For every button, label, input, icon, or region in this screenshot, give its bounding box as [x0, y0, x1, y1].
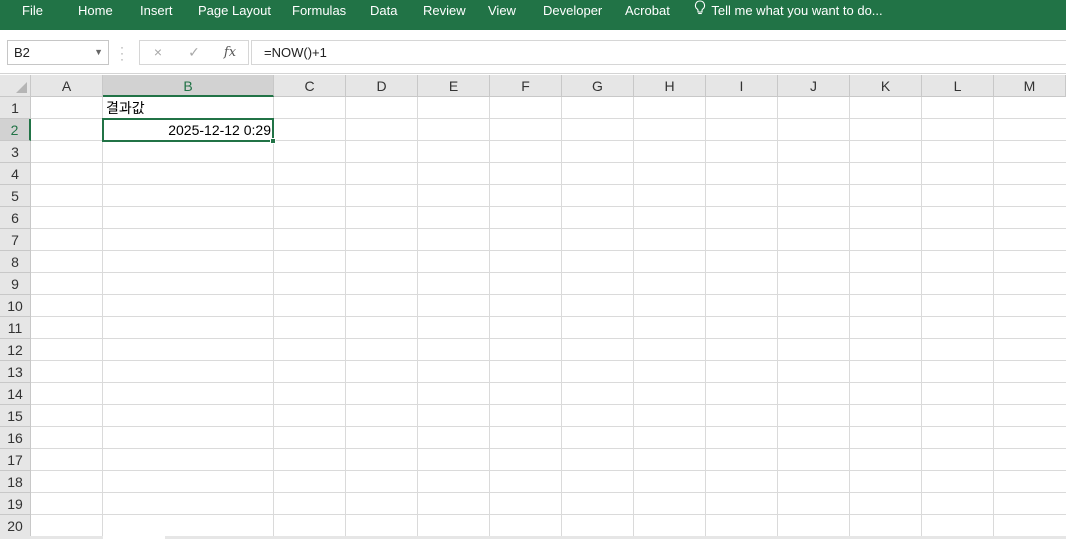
cell-b1[interactable]: 결과값	[106, 97, 145, 119]
row-header-9[interactable]: 9	[0, 273, 31, 295]
row-header-20[interactable]: 20	[0, 515, 31, 537]
gridline	[489, 97, 490, 539]
gridline	[993, 97, 994, 539]
row-header-1[interactable]: 1	[0, 97, 31, 119]
formula-bar-grip-icon[interactable]: · · ·	[120, 41, 124, 65]
tab-view[interactable]: View	[488, 0, 516, 24]
row-header-3[interactable]: 3	[0, 141, 31, 163]
gridline	[561, 97, 562, 539]
row-header-19[interactable]: 19	[0, 493, 31, 515]
tell-me-label: Tell me what you want to do...	[711, 3, 883, 18]
row-header-18[interactable]: 18	[0, 471, 31, 493]
tab-home[interactable]: Home	[78, 0, 113, 24]
active-cell-border	[102, 118, 274, 142]
gridline	[777, 97, 778, 539]
row-header-5[interactable]: 5	[0, 185, 31, 207]
tab-developer[interactable]: Developer	[543, 0, 602, 24]
tab-page-layout[interactable]: Page Layout	[198, 0, 271, 24]
column-header-b[interactable]: B	[103, 75, 274, 97]
column-header-d[interactable]: D	[346, 75, 418, 97]
column-header-f[interactable]: F	[490, 75, 562, 97]
name-box[interactable]: B2 ▼	[7, 40, 109, 65]
column-header-j[interactable]: J	[778, 75, 850, 97]
column-header-i[interactable]: I	[706, 75, 778, 97]
row-header-14[interactable]: 14	[0, 383, 31, 405]
chevron-down-icon[interactable]: ▼	[94, 41, 103, 64]
row-header-8[interactable]: 8	[0, 251, 31, 273]
row-header-4[interactable]: 4	[0, 163, 31, 185]
formula-bar: B2 ▼ · · · × ✓ fx =NOW()+1	[0, 30, 1066, 74]
gridline	[273, 97, 274, 539]
tab-review[interactable]: Review	[423, 0, 466, 24]
row-header-13[interactable]: 13	[0, 361, 31, 383]
column-header-g[interactable]: G	[562, 75, 634, 97]
row-header-17[interactable]: 17	[0, 449, 31, 471]
formula-buttons: × ✓ fx	[139, 40, 249, 65]
formula-input[interactable]: =NOW()+1	[251, 40, 1066, 65]
cancel-icon[interactable]: ×	[146, 41, 170, 64]
row-header-12[interactable]: 12	[0, 339, 31, 361]
cell-grid[interactable]	[31, 97, 1066, 539]
gridline	[345, 97, 346, 539]
row-header-6[interactable]: 6	[0, 207, 31, 229]
gridline	[705, 97, 706, 539]
select-all-button[interactable]	[0, 75, 31, 97]
gridline	[102, 97, 103, 539]
select-all-triangle-icon	[16, 82, 27, 93]
lightbulb-icon	[694, 0, 708, 23]
column-header-m[interactable]: M	[994, 75, 1066, 97]
gridline	[849, 97, 850, 539]
column-header-a[interactable]: A	[31, 75, 103, 97]
enter-icon[interactable]: ✓	[182, 41, 206, 64]
fill-handle[interactable]	[270, 138, 276, 144]
tab-acrobat[interactable]: Acrobat	[625, 0, 670, 24]
row-header-11[interactable]: 11	[0, 317, 31, 339]
tab-formulas[interactable]: Formulas	[292, 0, 346, 24]
tab-data[interactable]: Data	[370, 0, 397, 24]
column-header-h[interactable]: H	[634, 75, 706, 97]
gridline	[417, 97, 418, 539]
row-header-15[interactable]: 15	[0, 405, 31, 427]
ribbon-tab-bar: File Home Insert Page Layout Formulas Da…	[0, 0, 1066, 30]
sheet-tab-active[interactable]	[103, 535, 165, 539]
row-header-7[interactable]: 7	[0, 229, 31, 251]
tab-file[interactable]: File	[22, 0, 43, 24]
gridline	[921, 97, 922, 539]
name-box-value: B2	[14, 45, 30, 60]
insert-function-icon[interactable]: fx	[218, 41, 242, 64]
column-header-l[interactable]: L	[922, 75, 994, 97]
row-header-10[interactable]: 10	[0, 295, 31, 317]
tell-me-search[interactable]: Tell me what you want to do...	[694, 0, 883, 24]
row-header-2[interactable]: 2	[0, 119, 31, 141]
column-header-k[interactable]: K	[850, 75, 922, 97]
column-header-c[interactable]: C	[274, 75, 346, 97]
row-header-16[interactable]: 16	[0, 427, 31, 449]
gridline	[633, 97, 634, 539]
column-header-e[interactable]: E	[418, 75, 490, 97]
tab-insert[interactable]: Insert	[140, 0, 173, 24]
